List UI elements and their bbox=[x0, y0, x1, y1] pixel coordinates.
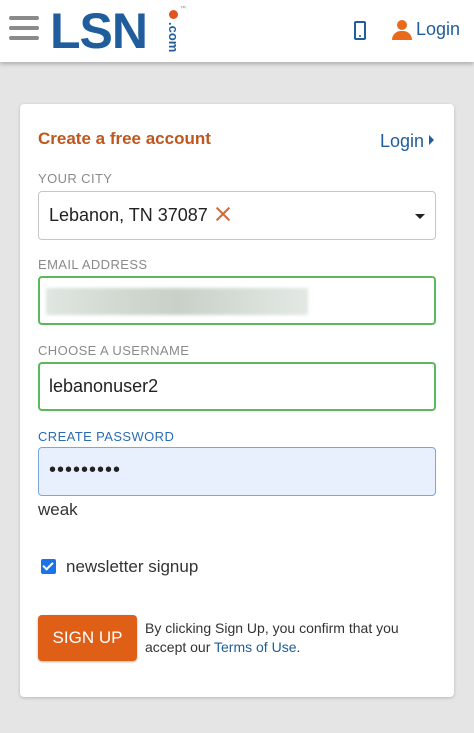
terms-of-use-link[interactable]: Terms of Use bbox=[214, 639, 296, 655]
password-label: CREATE PASSWORD bbox=[38, 429, 175, 444]
chevron-right-icon bbox=[429, 135, 435, 145]
city-label: YOUR CITY bbox=[38, 171, 113, 186]
newsletter-checkbox[interactable] bbox=[41, 559, 56, 574]
top-navbar: LSN .com ™ Login bbox=[0, 0, 474, 62]
email-label: EMAIL ADDRESS bbox=[38, 257, 148, 272]
city-select[interactable]: Lebanon, TN 37087 bbox=[38, 191, 436, 240]
clear-city-icon[interactable] bbox=[214, 205, 231, 222]
logo-dot bbox=[169, 10, 178, 19]
form-login-label: Login bbox=[380, 131, 425, 151]
redacted-email bbox=[46, 288, 308, 315]
email-field[interactable] bbox=[38, 276, 436, 325]
user-icon[interactable] bbox=[392, 20, 412, 40]
logo-trademark: ™ bbox=[180, 6, 186, 12]
newsletter-label[interactable]: newsletter signup bbox=[66, 557, 198, 577]
phone-icon[interactable] bbox=[354, 21, 366, 40]
terms-suffix: . bbox=[296, 639, 301, 655]
form-title: Create a free account bbox=[38, 129, 211, 148]
username-value: lebanonuser2 bbox=[49, 376, 159, 396]
site-logo[interactable]: LSN .com ™ bbox=[50, 3, 186, 59]
logo-suffix: .com bbox=[166, 22, 181, 53]
chevron-down-icon bbox=[415, 214, 425, 219]
password-field[interactable]: ••••••••• bbox=[38, 447, 436, 496]
city-value: Lebanon, TN 37087 bbox=[49, 205, 208, 225]
header-login-link[interactable]: Login bbox=[416, 19, 460, 40]
sign-up-button[interactable]: SIGN UP bbox=[38, 615, 137, 661]
form-login-link[interactable]: Login bbox=[380, 131, 435, 152]
logo-text: LSN bbox=[50, 3, 148, 59]
terms-notice: By clicking Sign Up, you confirm that yo… bbox=[145, 619, 435, 657]
menu-icon[interactable] bbox=[9, 16, 39, 42]
password-value: ••••••••• bbox=[49, 459, 122, 481]
username-field[interactable]: lebanonuser2 bbox=[38, 362, 436, 411]
username-label: CHOOSE A USERNAME bbox=[38, 343, 190, 358]
signup-form-card: Create a free account Login YOUR CITY Le… bbox=[20, 104, 454, 697]
password-strength: weak bbox=[38, 500, 78, 519]
